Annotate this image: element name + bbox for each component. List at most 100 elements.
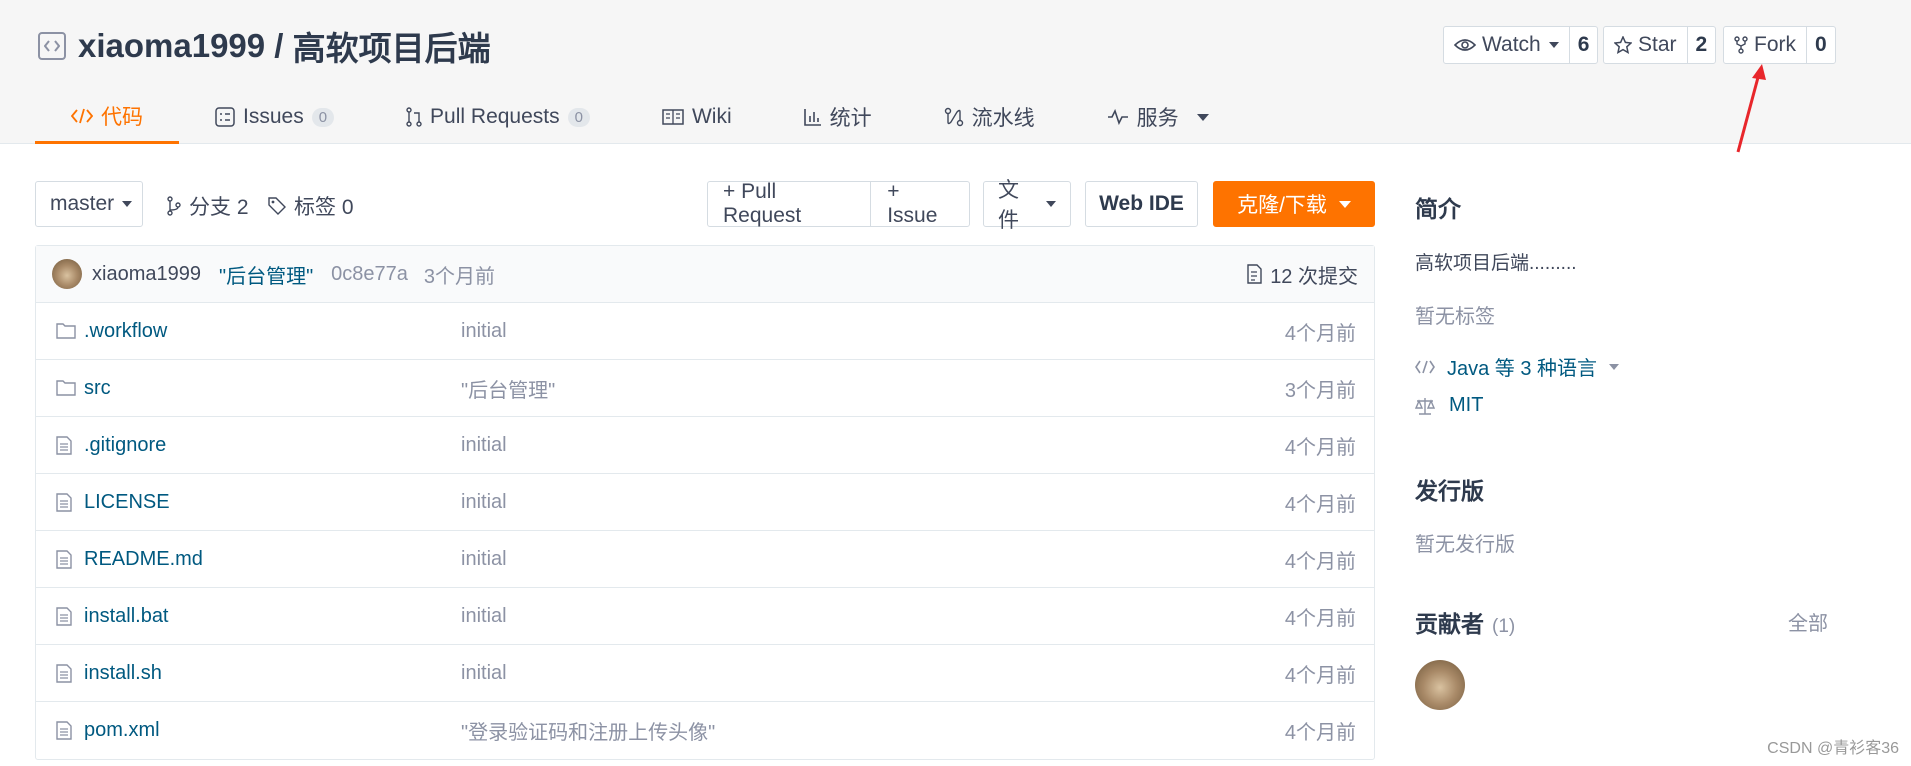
star-count[interactable]: 2 xyxy=(1688,27,1716,63)
branch-icon xyxy=(167,196,181,216)
fork-button-group: Fork 0 xyxy=(1723,26,1836,64)
folder-icon xyxy=(56,322,76,345)
eye-icon xyxy=(1454,39,1476,51)
watch-count[interactable]: 6 xyxy=(1570,27,1598,63)
file-row[interactable]: .gitignore initial 4个月前 xyxy=(36,417,1374,474)
intro-text: 高软项目后端......... xyxy=(1415,253,1577,274)
commit-author-avatar[interactable] xyxy=(52,259,82,289)
file-commit-message[interactable]: "登录验证码和注册上传头像" xyxy=(461,716,715,745)
chevron-down-icon xyxy=(1338,200,1351,208)
wiki-icon xyxy=(662,109,684,125)
file-icon xyxy=(56,436,72,461)
fork-count[interactable]: 0 xyxy=(1807,27,1835,63)
chevron-down-icon xyxy=(1196,113,1209,121)
tags-link[interactable]: 标签 0 xyxy=(268,191,354,221)
tab-code[interactable]: 代码 xyxy=(35,90,179,144)
new-pull-request-button[interactable]: + Pull Request xyxy=(708,180,872,227)
intro-title: 简介 xyxy=(1415,196,1461,222)
web-ide-button[interactable]: Web IDE xyxy=(1085,181,1198,227)
commit-message[interactable]: "后台管理" xyxy=(219,260,313,289)
contributor-avatar[interactable] xyxy=(1415,660,1465,710)
repo-separator: / xyxy=(265,27,293,64)
repo-owner-link[interactable]: xiaoma1999 xyxy=(78,27,265,65)
branches-link[interactable]: 分支 2 xyxy=(167,191,249,221)
service-icon xyxy=(1107,109,1128,125)
file-row[interactable]: README.md initial 4个月前 xyxy=(36,531,1374,588)
file-rows: .workflow initial 4个月前 src "后台管理" 3个月前 .gitign… xyxy=(36,303,1374,759)
file-commit-time: 4个月前 xyxy=(1284,664,1356,687)
file-row[interactable]: src "后台管理" 3个月前 xyxy=(36,360,1374,417)
fork-button[interactable]: Fork xyxy=(1724,27,1807,63)
tab-pull-requests[interactable]: Pull Requests 0 xyxy=(370,90,626,144)
repo-name-link[interactable]: 高软项目后端 xyxy=(293,22,491,70)
file-row[interactable]: install.bat initial 4个月前 xyxy=(36,588,1374,645)
branch-select[interactable]: master xyxy=(35,181,143,227)
file-commit-message[interactable]: initial xyxy=(461,662,507,685)
file-row[interactable]: install.sh initial 4个月前 xyxy=(36,645,1374,702)
file-name-link[interactable]: pom.xml xyxy=(84,719,160,742)
file-name-link[interactable]: src xyxy=(84,377,111,400)
file-row[interactable]: LICENSE initial 4个月前 xyxy=(36,474,1374,531)
fork-icon xyxy=(1734,36,1748,54)
tab-service[interactable]: 服务 xyxy=(1071,90,1245,144)
file-icon xyxy=(56,493,72,518)
new-issue-button[interactable]: + Issue xyxy=(871,180,969,227)
issues-count-badge: 0 xyxy=(311,107,335,127)
folder-icon xyxy=(56,379,76,402)
clone-download-button[interactable]: 克隆/下载 xyxy=(1213,181,1375,227)
tab-service-label: 服务 xyxy=(1136,107,1179,130)
contributors-header: 贡献者 (1) xyxy=(1415,605,1515,639)
file-commit-message[interactable]: initial xyxy=(461,491,507,514)
latest-commit-bar: xiaoma1999 "后台管理" 0c8e77a 3个月前 12 次提交 xyxy=(36,246,1374,303)
file-commit-message[interactable]: "后台管理" xyxy=(461,374,555,403)
file-commit-time: 4个月前 xyxy=(1284,607,1356,630)
tab-pipeline-label: 流水线 xyxy=(971,107,1035,130)
file-name-link[interactable]: README.md xyxy=(84,548,203,571)
tab-issues-label: Issues xyxy=(243,105,304,128)
code-icon xyxy=(71,108,93,123)
file-commit-message[interactable]: initial xyxy=(461,434,507,457)
repo-tabs: 代码 Issues 0 Pull Requests 0 Wiki 统计 流水线 … xyxy=(35,90,1245,144)
watch-button-group: Watch 6 xyxy=(1443,26,1599,64)
tab-wiki[interactable]: Wiki xyxy=(626,90,768,144)
tab-stats-label: 统计 xyxy=(829,107,872,130)
pull-requests-count-badge: 0 xyxy=(567,107,590,127)
web-ide-label: Web IDE xyxy=(1099,192,1184,215)
scale-icon xyxy=(1415,397,1435,415)
watch-button[interactable]: Watch xyxy=(1444,27,1570,63)
star-button[interactable]: Star xyxy=(1604,27,1688,63)
commit-hash[interactable]: 0c8e77a xyxy=(331,263,408,286)
file-commit-message[interactable]: initial xyxy=(461,605,507,628)
file-row[interactable]: .workflow initial 4个月前 xyxy=(36,303,1374,360)
contributors-all-link[interactable]: 全部 xyxy=(1788,607,1828,636)
file-row[interactable]: pom.xml "登录验证码和注册上传头像" 4个月前 xyxy=(36,702,1374,759)
file-menu-button[interactable]: 文件 xyxy=(983,179,1071,232)
file-name-link[interactable]: .gitignore xyxy=(84,434,166,457)
star-icon xyxy=(1614,36,1632,54)
file-name-link[interactable]: .workflow xyxy=(84,320,167,343)
chevron-down-icon xyxy=(1548,42,1559,48)
repo-title: xiaoma1999 / 高软项目后端 xyxy=(38,22,491,70)
file-commit-message[interactable]: initial xyxy=(461,548,507,571)
file-name-link[interactable]: LICENSE xyxy=(84,491,170,514)
languages-dropdown[interactable]: Java 等 3 种语言 xyxy=(1415,352,1620,381)
pipeline-icon xyxy=(944,107,963,127)
tab-pipeline[interactable]: 流水线 xyxy=(908,90,1071,144)
license-link[interactable]: MIT xyxy=(1415,394,1483,417)
annotation-arrow xyxy=(1736,64,1766,153)
branches-count: 分支 2 xyxy=(189,196,249,219)
file-name-link[interactable]: install.sh xyxy=(84,662,162,685)
commit-time: 3个月前 xyxy=(423,265,496,288)
commit-count: 12 次提交 xyxy=(1270,265,1358,288)
commit-count-link[interactable]: 12 次提交 xyxy=(1246,260,1358,289)
tab-stats[interactable]: 统计 xyxy=(768,90,908,144)
file-commit-message[interactable]: initial xyxy=(461,320,507,343)
file-name-link[interactable]: install.bat xyxy=(84,605,169,628)
file-commit-time: 4个月前 xyxy=(1284,322,1356,345)
commit-author[interactable]: xiaoma1999 xyxy=(92,263,201,286)
tab-issues[interactable]: Issues 0 xyxy=(179,90,370,144)
file-commit-time: 4个月前 xyxy=(1284,722,1356,744)
tab-pull-requests-label: Pull Requests xyxy=(430,105,560,128)
code-icon xyxy=(1415,360,1435,373)
file-icon xyxy=(56,550,72,575)
